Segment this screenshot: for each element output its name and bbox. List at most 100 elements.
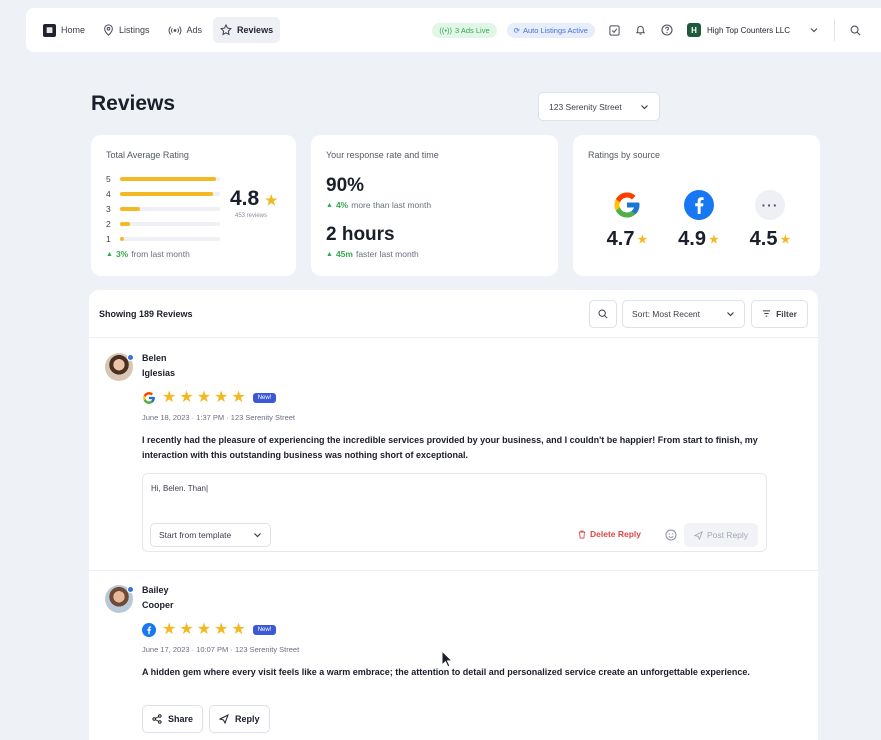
share-icon xyxy=(152,714,162,724)
tasks-button[interactable] xyxy=(605,20,625,40)
facebook-icon xyxy=(142,623,156,637)
reviewer-name: Belen Iglesias xyxy=(142,351,175,381)
reply-button[interactable]: Reply xyxy=(209,705,270,733)
reply-input[interactable]: Hi, Belen. Than| xyxy=(151,484,208,493)
star-icon: ★ xyxy=(231,621,246,638)
ads-live-badge[interactable]: ((•)) 3 Ads Live xyxy=(432,22,497,38)
chevron-down-icon xyxy=(641,104,648,109)
delete-reply-label: Delete Reply xyxy=(590,529,642,539)
broadcast-icon xyxy=(168,25,181,35)
chevron-down-icon xyxy=(254,533,261,538)
average-rating-value: 4.8 xyxy=(230,187,260,210)
star-icon: ★ xyxy=(196,621,212,638)
rating-row: 5 xyxy=(106,171,220,186)
reviewer-first-name: Bailey xyxy=(142,585,169,595)
trend-text: more than last month xyxy=(351,200,432,210)
checkbox-icon xyxy=(609,24,621,36)
nav-reviews-label: Reviews xyxy=(237,25,274,35)
rating-distribution: 5 4 3 2 1 xyxy=(106,171,220,246)
help-button[interactable] xyxy=(657,20,677,40)
star-outline-icon xyxy=(220,24,233,36)
avatar[interactable] xyxy=(105,585,134,613)
rating-bar xyxy=(120,176,216,181)
rating-bar xyxy=(120,206,140,211)
delete-reply-button[interactable]: Delete Reply xyxy=(578,529,641,539)
help-circle-icon xyxy=(661,24,673,36)
sync-icon: ⟳ xyxy=(513,25,520,35)
company-dropdown-button[interactable] xyxy=(804,20,824,40)
rating-row-label: 3 xyxy=(106,203,111,214)
filter-button[interactable]: Filter xyxy=(751,299,808,328)
sort-select[interactable]: Sort: Most Recent xyxy=(622,299,745,328)
average-rating: 4.8 ★ xyxy=(230,187,278,211)
review-meta: June 17, 2023 · 10:07 PM · 123 Serenity … xyxy=(142,645,300,654)
nav-ads[interactable]: Ads xyxy=(161,17,210,43)
notifications-button[interactable] xyxy=(631,20,651,40)
nav-reviews[interactable]: Reviews xyxy=(213,17,281,43)
emoji-button[interactable] xyxy=(664,528,678,542)
auto-listings-badge[interactable]: ⟳ Auto Listings Active xyxy=(506,22,595,38)
post-reply-button[interactable]: Post Reply xyxy=(684,523,758,547)
divider xyxy=(834,19,835,41)
page-title: Reviews xyxy=(91,92,176,115)
reply-editor[interactable]: Hi, Belen. Than| Start from template Del… xyxy=(142,473,767,552)
review-meta: June 18, 2023 · 1:37 PM · 123 Serenity S… xyxy=(142,413,296,422)
more-icon: ··· xyxy=(755,190,785,220)
rating-row-label: 5 xyxy=(106,173,111,184)
company-switcher[interactable]: H High Top Counters LLC xyxy=(686,23,790,37)
star-icon: ★ xyxy=(708,234,719,246)
search-reviews-button[interactable] xyxy=(589,299,617,328)
response-card: Your response rate and time 90% ▲ 4% mor… xyxy=(311,135,558,276)
auto-listings-label: Auto Listings Active xyxy=(522,25,588,35)
nav-listings-label: Listings xyxy=(119,25,150,35)
share-label: Share xyxy=(168,714,194,724)
response-rate: 90% xyxy=(326,175,365,196)
share-button[interactable]: Share xyxy=(142,705,204,733)
source-other[interactable]: ··· 4.5 ★ xyxy=(745,190,795,251)
rating-row: 2 xyxy=(106,216,220,231)
chevron-down-icon xyxy=(727,311,734,316)
review-item: Belen Iglesias ★ ★ ★ ★ ★ New! June 18, 2… xyxy=(89,339,818,571)
mouse-cursor-icon xyxy=(441,650,453,668)
review-rating: ★ ★ ★ ★ ★ New! xyxy=(142,621,277,638)
template-label: Start from template xyxy=(159,530,232,540)
google-icon xyxy=(612,190,642,220)
filter-icon xyxy=(763,310,771,317)
rating-row-label: 4 xyxy=(106,188,111,199)
nav-ads-label: Ads xyxy=(186,25,203,35)
reviews-list: Showing 189 Reviews Sort: Most Recent Fi… xyxy=(89,290,818,740)
live-icon: ((•)) xyxy=(439,25,453,35)
rating-row-label: 2 xyxy=(106,218,111,229)
search-icon xyxy=(850,25,860,35)
trend-up-icon: ▲ xyxy=(326,250,333,258)
source-google[interactable]: 4.7 ★ xyxy=(602,190,652,251)
rating-bar xyxy=(120,236,124,241)
online-dot xyxy=(127,586,134,593)
location-select[interactable]: 123 Serenity Street xyxy=(538,92,660,121)
source-facebook[interactable]: 4.9 ★ xyxy=(674,190,724,251)
rate-trend: ▲ 4% more than last month xyxy=(326,200,431,210)
trend-up-icon: ▲ xyxy=(326,201,333,209)
post-reply-label: Post Reply xyxy=(706,530,749,540)
review-text: A hidden gem where every visit feels lik… xyxy=(142,667,750,677)
search-button[interactable] xyxy=(845,20,865,40)
reply-label: Reply xyxy=(235,714,260,724)
reviews-count-label: Showing 189 Reviews xyxy=(99,308,193,319)
rating-bar xyxy=(120,191,213,196)
rating-bar xyxy=(120,221,130,226)
google-rating: 4.7 xyxy=(606,228,635,250)
new-badge: New! xyxy=(252,393,277,403)
reviewer-first-name: Belen xyxy=(142,353,167,363)
company-name: High Top Counters LLC xyxy=(706,25,790,35)
trend-up-icon: ▲ xyxy=(106,250,113,258)
nav-listings[interactable]: Listings xyxy=(96,17,157,43)
location-value: 123 Serenity Street xyxy=(549,101,622,112)
map-pin-icon xyxy=(104,24,113,36)
search-icon xyxy=(598,309,608,319)
avatar[interactable] xyxy=(105,353,134,381)
nav-home[interactable]: ▦ Home xyxy=(36,17,92,43)
star-icon: ★ xyxy=(162,389,177,406)
template-select[interactable]: Start from template xyxy=(150,523,271,547)
reviews-count: 453 reviews xyxy=(235,213,268,219)
send-icon xyxy=(693,530,703,540)
